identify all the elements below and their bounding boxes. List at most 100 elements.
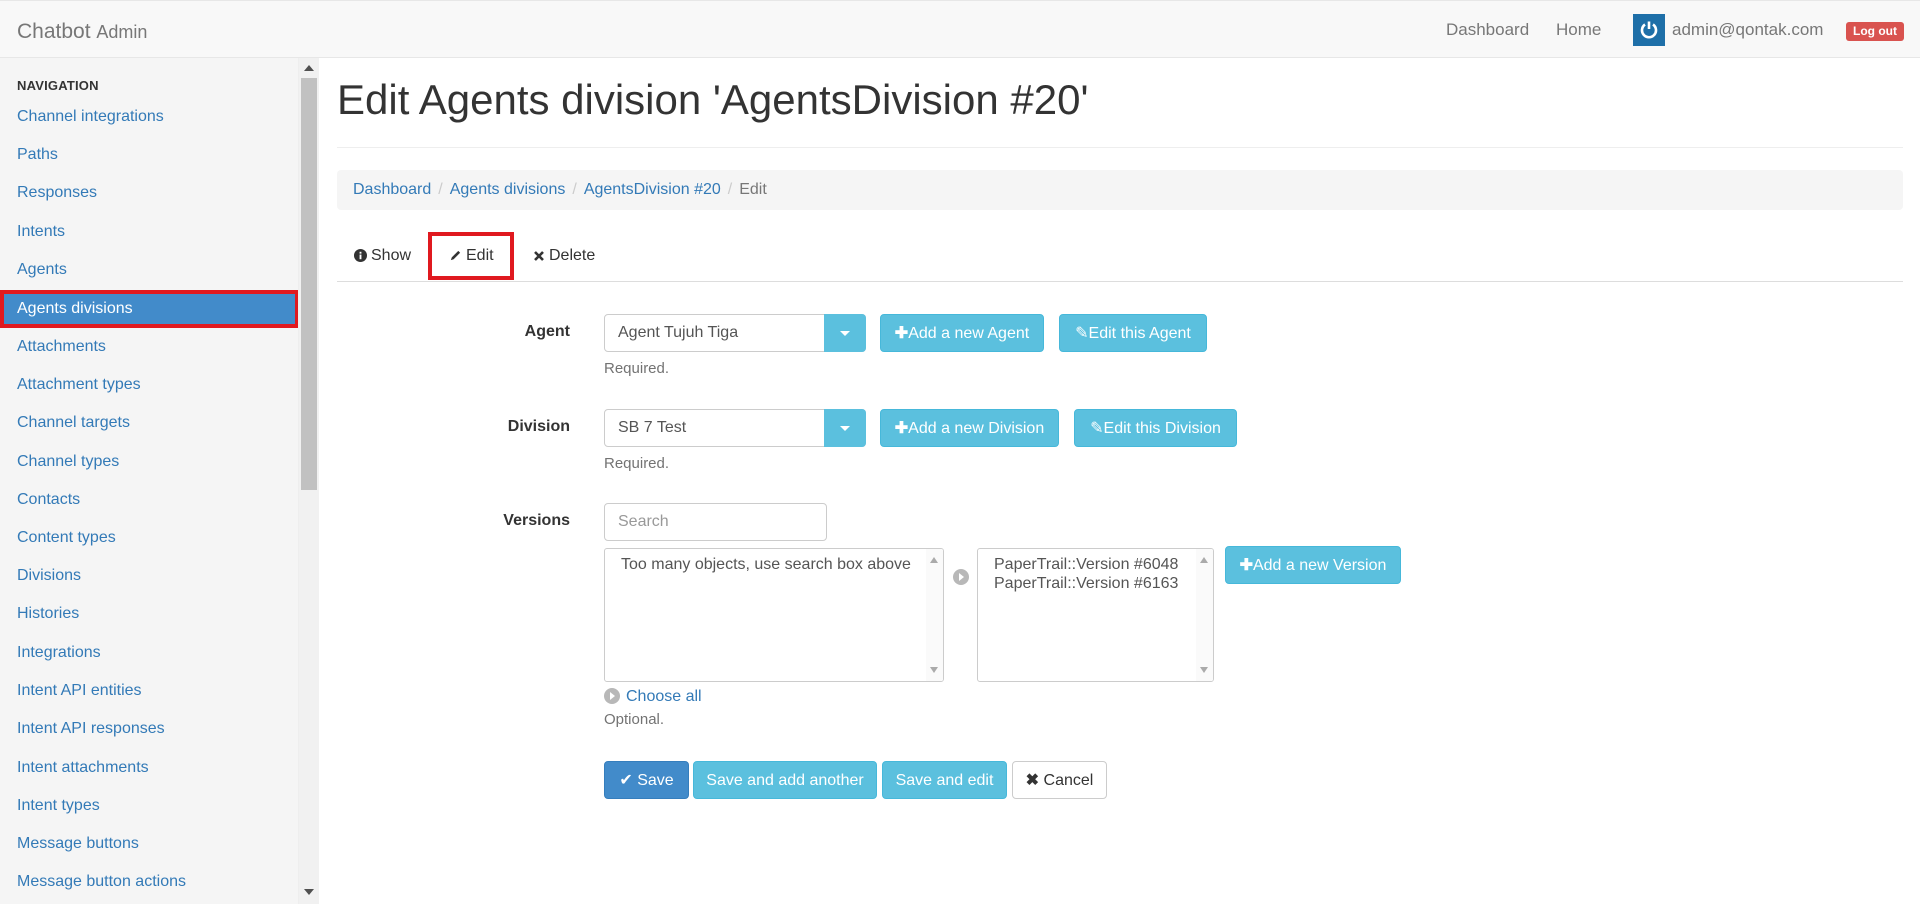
scroll-down-icon[interactable] [304,889,314,895]
edit-agent-button[interactable]: ✎Edit this Agent [1059,314,1207,352]
tab-show-label: Show [371,247,412,264]
sidebar-scrollbar-thumb[interactable] [301,78,317,490]
brand-sub: Admin [96,22,148,42]
nav-home-link[interactable]: Home [1556,20,1601,40]
chevron-down-icon[interactable] [824,314,866,352]
breadcrumb-dashboard[interactable]: Dashboard [353,181,431,198]
brand-name: Chatbot [17,20,91,43]
save-and-add-another-button[interactable]: Save and add another [693,761,877,799]
pencil-icon: ✎ [1090,420,1104,437]
logout-button[interactable]: Log out [1846,22,1904,41]
sidebar-item-intent-api-responses[interactable]: Intent API responses [0,710,298,748]
tab-edit[interactable]: Edit [428,232,514,280]
agent-select-value: Agent Tujuh Tiga [618,324,739,341]
sidebar-item-histories[interactable]: Histories [0,595,298,633]
user-email[interactable]: admin@qontak.com [1672,20,1823,40]
add-division-button[interactable]: ✚Add a new Division [880,409,1059,447]
plus-icon: ✚ [894,325,909,342]
sidebar-item-responses[interactable]: Responses [0,174,298,212]
list-scrollbar[interactable] [1196,549,1213,681]
check-icon: ✔ [619,772,633,789]
breadcrumb-agents-division-20[interactable]: AgentsDivision #20 [584,181,721,198]
breadcrumb-separator: / [438,181,443,198]
sidebar-item-paths[interactable]: Paths [0,136,298,174]
choose-all-link[interactable]: Choose all [626,688,702,706]
sidebar-item-channel-targets[interactable]: Channel targets [0,404,298,442]
sidebar-item-agents[interactable]: Agents [0,251,298,289]
action-tabs: Show Edit Delete [337,232,1903,282]
scroll-up-icon[interactable] [304,65,314,71]
cancel-label: Cancel [1043,772,1094,789]
pencil-icon: ✎ [1075,325,1089,342]
choose-all-icon[interactable] [604,688,620,704]
nav-dashboard-link[interactable]: Dashboard [1446,20,1529,40]
versions-available-list[interactable]: Too many objects, use search box above [604,548,944,682]
tab-show[interactable]: Show [354,232,411,280]
versions-help: Optional. [604,711,665,728]
add-agent-label: Add a new Agent [908,325,1030,342]
sidebar-item-channel-integrations[interactable]: Channel integrations [0,98,298,136]
breadcrumb-agents-divisions[interactable]: Agents divisions [450,181,566,198]
sidebar-item-message-buttons[interactable]: Message buttons [0,825,298,863]
sidebar-item-message-button-actions[interactable]: Message button actions [0,863,298,901]
division-select[interactable]: SB 7 Test [604,409,866,447]
close-icon: ✖ [1025,772,1040,789]
sidebar-item-integrations[interactable]: Integrations [0,634,298,672]
brand[interactable]: Chatbot Admin [17,20,147,44]
sidebar-item-divisions[interactable]: Divisions [0,557,298,595]
tab-edit-label: Edit [466,247,494,264]
add-agent-button[interactable]: ✚Add a new Agent [880,314,1044,352]
versions-label: Versions [503,512,570,529]
division-help: Required. [604,455,670,472]
info-circle-icon [354,249,367,263]
breadcrumb-separator: / [727,181,733,198]
close-icon [534,250,544,261]
sidebar-item-agents-divisions[interactable]: Agents divisions [0,290,298,328]
tab-delete[interactable]: Delete [533,232,595,280]
power-icon [1640,21,1658,39]
list-item[interactable]: PaperTrail::Version #6048 [978,555,1213,574]
save-label: Save [637,772,674,789]
breadcrumb: Dashboard / Agents divisions / AgentsDivisio… [337,170,1903,210]
list-item: Too many objects, use search box above [621,556,911,573]
breadcrumb-current: Edit [739,181,767,198]
sidebar-item-intent-attachments[interactable]: Intent attachments [0,749,298,787]
add-division-label: Add a new Division [908,420,1045,437]
edit-agent-label: Edit this Agent [1088,325,1191,342]
sidebar-item-contacts[interactable]: Contacts [0,481,298,519]
agent-select[interactable]: Agent Tujuh Tiga [604,314,866,352]
add-version-label: Add a new Version [1252,557,1387,574]
cancel-button[interactable]: ✖ Cancel [1012,761,1107,799]
tab-delete-label: Delete [549,247,596,264]
save-button[interactable]: ✔ Save [604,761,689,799]
plus-icon: ✚ [1239,557,1253,574]
sidebar-item-channel-types[interactable]: Channel types [0,443,298,481]
edit-division-label: Edit this Division [1103,420,1221,437]
division-label: Division [507,418,570,435]
sidebar-item-attachment-types[interactable]: Attachment types [0,366,298,404]
sidebar-item-content-types[interactable]: Content types [0,519,298,557]
sidebar-item-intents[interactable]: Intents [0,213,298,251]
sidebar-item-intent-types[interactable]: Intent types [0,787,298,825]
add-version-button[interactable]: ✚Add a new Version [1225,546,1401,584]
plus-icon: ✚ [894,420,909,437]
sidebar-item-attachments[interactable]: Attachments [0,328,298,366]
top-navbar: Chatbot Admin Dashboard Home admin@qonta… [0,0,1920,58]
list-scrollbar[interactable] [926,549,943,681]
list-item[interactable]: PaperTrail::Version #6163 [978,574,1213,593]
agent-label: Agent [524,323,570,340]
sidebar: NAVIGATION Channel integrations Paths Re… [0,58,299,904]
agent-help: Required. [604,360,670,377]
versions-search-input[interactable] [604,503,827,541]
chevron-down-icon[interactable] [824,409,866,447]
edit-division-button[interactable]: ✎Edit this Division [1074,409,1237,447]
page-title: Edit Agents division 'AgentsDivision #20… [337,76,1089,123]
user-avatar[interactable] [1633,14,1665,46]
move-right-icon[interactable] [953,569,969,585]
sidebar-header: NAVIGATION [17,78,99,93]
save-and-edit-button[interactable]: Save and edit [882,761,1007,799]
versions-chosen-list[interactable]: PaperTrail::Version #6048 PaperTrail::Ve… [977,548,1214,682]
sidebar-item-intent-api-entities[interactable]: Intent API entities [0,672,298,710]
breadcrumb-separator: / [572,181,577,198]
division-select-value: SB 7 Test [618,419,687,436]
